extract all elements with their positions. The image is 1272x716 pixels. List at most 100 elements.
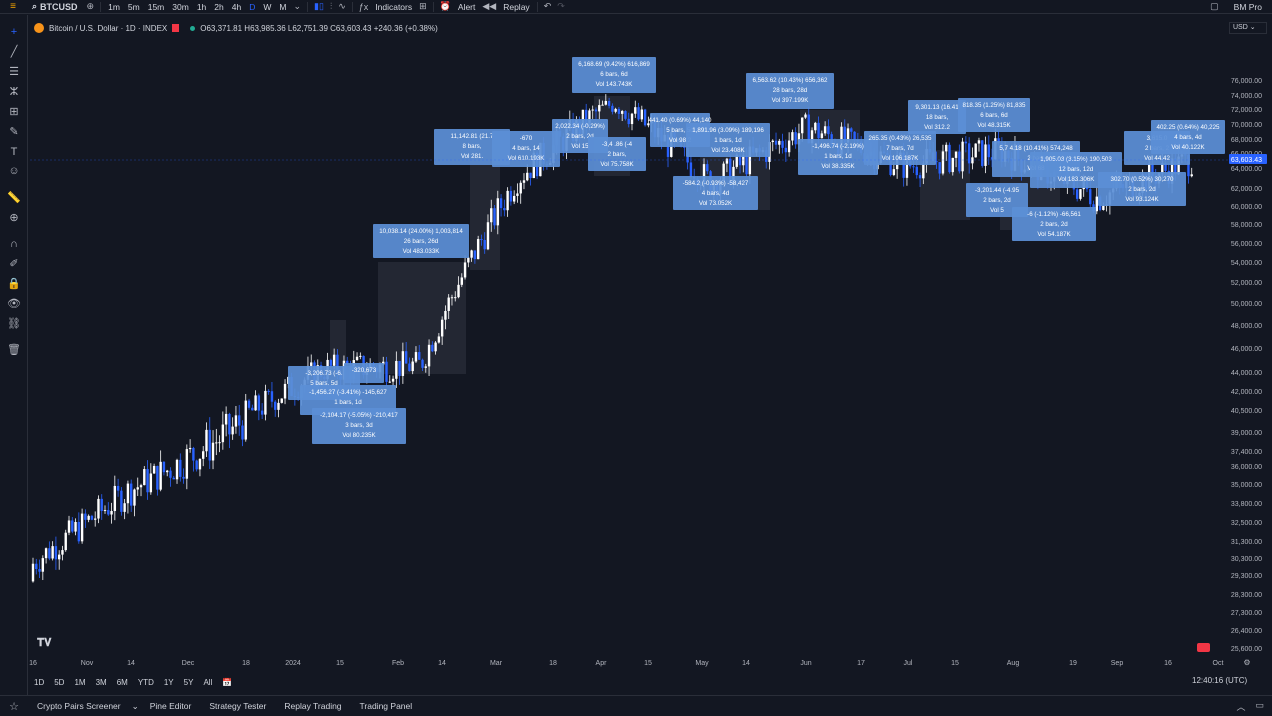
range-all[interactable]: All	[199, 678, 216, 687]
measure-box[interactable]: -584.2 (-0.93%) -58,427 4 bars, 4d Vol 73.…	[673, 176, 758, 210]
symbol-search[interactable]: ⌕ BTCUSD	[26, 1, 84, 12]
account-button[interactable]: BM Pro	[1230, 2, 1266, 12]
interval-5m[interactable]: 5m	[124, 2, 144, 12]
collapse-icon[interactable]: ︿	[1236, 700, 1245, 713]
candle-body	[1102, 205, 1105, 210]
stay-drawing-icon[interactable]: ✐	[6, 257, 22, 271]
interval-m[interactable]: M	[275, 2, 290, 12]
add-symbol-icon[interactable]: ⊕	[84, 1, 98, 12]
line-style-icon[interactable]: ∿	[335, 1, 349, 12]
candle-body	[640, 109, 644, 120]
measure-box[interactable]: 9,301.13 (16.41 18 bars, Vol 312.2	[908, 100, 966, 134]
candles-style-icon[interactable]: ▮▯	[311, 1, 327, 12]
interval-2h[interactable]: 2h	[210, 2, 227, 12]
compare-icon[interactable]: ⫶	[327, 1, 335, 12]
range-3m[interactable]: 3M	[92, 678, 111, 687]
range-1y[interactable]: 1Y	[160, 678, 178, 687]
utc-clock[interactable]: 12:40:16 (UTC)	[1192, 676, 1247, 685]
tab-strategy-tester[interactable]: Strategy Tester	[200, 701, 275, 711]
magnet-icon[interactable]: ∩	[6, 237, 22, 251]
tab-crypto-pairs-screener[interactable]: Crypto Pairs Screener	[28, 701, 130, 711]
candle-body	[247, 400, 251, 408]
eye-icon[interactable]: 👁	[6, 297, 22, 311]
candle-body	[126, 483, 130, 504]
candle-body	[460, 277, 463, 285]
time-axis[interactable]: 16 Nov 14 Dec 18 2024 15 Feb 14 Mar 18 Apr 15 May 14 Ju…	[29, 658, 1250, 667]
templates-icon[interactable]: ⊞	[416, 1, 430, 12]
goto-date-icon[interactable]: 📅	[218, 678, 236, 687]
lock-icon[interactable]: 🔒	[6, 277, 22, 291]
price-chart[interactable]: 6,168.69 (9.42%) 616,869 6 bars, 6d Vol 14…	[0, 0, 1272, 716]
alert-button[interactable]: Alert	[454, 2, 479, 12]
patterns-icon[interactable]: ⊞	[6, 105, 22, 119]
measure-box[interactable]: 6,168.69 (9.42%) 616,869 6 bars, 6d Vol 14…	[572, 57, 656, 93]
interval-30m[interactable]: 30m	[168, 2, 193, 12]
range-5y[interactable]: 5Y	[180, 678, 198, 687]
layout-icon[interactable]: ▢	[1207, 1, 1222, 12]
measure-box-line: Vol 483.033K	[403, 248, 441, 255]
measure-box[interactable]: 6,563.62 (10.43%) 656,362 28 bars, 28d Vol…	[746, 73, 834, 109]
link-icon[interactable]: ⛓	[6, 317, 22, 331]
measure-box[interactable]: 1,891.96 (3.09%) 189,196 1 bars, 1d Vol 23…	[686, 123, 770, 157]
tab-trading-panel[interactable]: Trading Panel	[351, 701, 422, 711]
indicators-button[interactable]: Indicators	[371, 2, 416, 12]
icons-tool-icon[interactable]: ☺	[6, 164, 22, 178]
measure-box[interactable]: -3,4 .86 (-4 2 bars, Vol 75.758K	[588, 137, 646, 171]
candle-body	[241, 425, 244, 440]
candle-body	[624, 111, 627, 119]
interval-dropdown-icon[interactable]: ⌄	[290, 1, 304, 12]
settings-icon[interactable]: ⚙	[1243, 658, 1250, 667]
price-tick-label: 32,500.00	[1231, 520, 1262, 527]
measure-box-line: 6,168.69 (9.42%) 616,869	[578, 61, 650, 68]
candle-body	[473, 250, 477, 260]
measure-box[interactable]: 10,038.14 (24.00%) 1,003,814 26 bars, 26d…	[373, 224, 469, 258]
menu-logo-icon[interactable]: ≡	[0, 1, 26, 12]
maximize-icon[interactable]: ▭	[1255, 700, 1264, 713]
measure-box[interactable]: 302.70 (0.52%) 30,270 2 bars, 2d Vol 93.12…	[1098, 172, 1186, 206]
zoom-in-icon[interactable]: ⊕	[6, 211, 22, 225]
pitchfork-icon[interactable]: ⵣ	[6, 85, 22, 99]
interval-w[interactable]: W	[259, 2, 275, 12]
horizontal-lines-icon[interactable]: ☰	[6, 65, 22, 79]
candle-body	[310, 362, 313, 366]
redo-icon[interactable]: ↷	[554, 1, 568, 12]
screener-dropdown-icon[interactable]: ⌄	[130, 701, 141, 712]
crosshair-icon[interactable]: +	[6, 25, 22, 39]
brush-icon[interactable]: ✎	[6, 125, 22, 139]
interval-15m[interactable]: 15m	[144, 2, 169, 12]
measure-box[interactable]: 818.35 (1.25%) 81,835 6 bars, 6d Vol 48.31…	[958, 98, 1030, 132]
trend-line-icon[interactable]: ╱	[6, 45, 22, 59]
symbol-legend[interactable]: Bitcoin / U.S. Dollar · 1D · INDEX O63,3…	[34, 21, 438, 35]
ruler-icon[interactable]: 📏	[6, 191, 22, 205]
range-5d[interactable]: 5D	[50, 678, 68, 687]
candle-body	[143, 469, 146, 486]
flag-icon[interactable]	[172, 24, 180, 32]
range-1m[interactable]: 1M	[70, 678, 89, 687]
measure-box[interactable]: 402.25 (0.64%) 40,225 4 bars, 4d Vol 40.12…	[1151, 120, 1225, 154]
measure-box[interactable]: -670 4 bars, 14 Vol 610.193K	[492, 131, 560, 167]
candle-body	[277, 402, 280, 410]
currency-selector[interactable]: USD ⌄	[1229, 22, 1267, 34]
range-6m[interactable]: 6M	[113, 678, 132, 687]
trash-icon[interactable]: 🗑	[6, 343, 22, 357]
range-ytd[interactable]: YTD	[134, 678, 158, 687]
text-tool-icon[interactable]: T	[6, 145, 22, 159]
undo-icon[interactable]: ↶	[541, 1, 555, 12]
tab-replay-trading[interactable]: Replay Trading	[275, 701, 350, 711]
interval-1m[interactable]: 1m	[104, 2, 124, 12]
interval-4h[interactable]: 4h	[228, 2, 245, 12]
interval-1h[interactable]: 1h	[193, 2, 210, 12]
measure-box-line: -320,673	[352, 367, 377, 374]
measure-box[interactable]: -6 (-1.12%) -66,561 2 bars, 2d Vol 54.187K	[1012, 207, 1096, 241]
measure-box-line: Vol 48.315K	[977, 122, 1011, 129]
news-flag-icon[interactable]	[1197, 643, 1210, 652]
tab-pine-editor[interactable]: Pine Editor	[141, 701, 201, 711]
price-tick-label: 70,000.00	[1231, 122, 1262, 129]
star-icon[interactable]: ☆	[0, 700, 28, 713]
interval-d[interactable]: D	[245, 2, 259, 12]
replay-button[interactable]: Replay	[499, 2, 533, 12]
range-1d[interactable]: 1D	[30, 678, 48, 687]
measure-box-line: Vol 312.2	[924, 124, 950, 131]
measure-box[interactable]: -320,673	[344, 363, 384, 383]
measure-box[interactable]: -2,104.17 (-5.05%) -210,417 3 bars, 3d Vol…	[312, 408, 406, 444]
